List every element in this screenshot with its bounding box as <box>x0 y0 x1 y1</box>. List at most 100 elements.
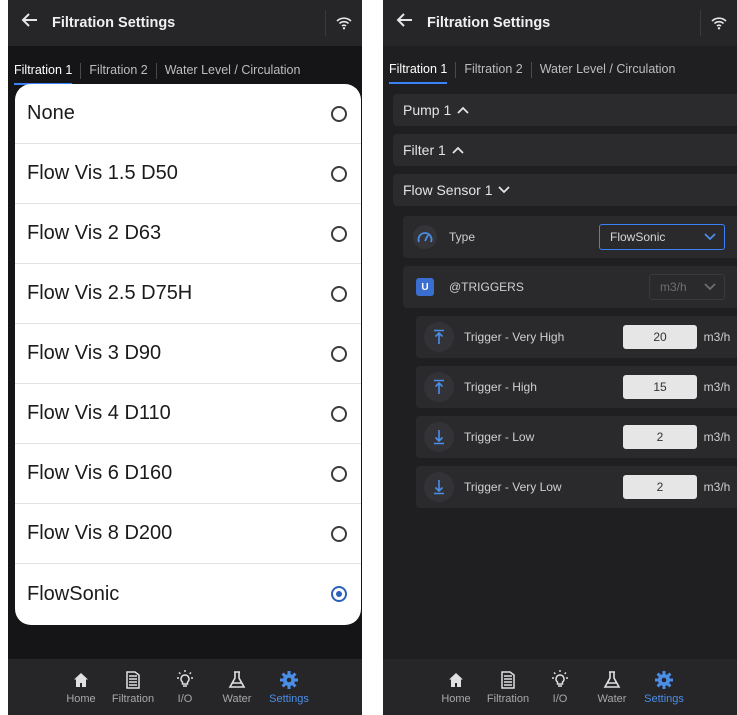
right-screen: Filtration Settings Filtration 1 Filtrat… <box>383 0 737 715</box>
nav-label: I/O <box>552 693 568 705</box>
tab-filtration-1[interactable]: Filtration 1 <box>383 62 455 84</box>
radio-button[interactable] <box>331 405 347 422</box>
nav-io[interactable]: I/O <box>534 669 586 705</box>
page-title: Filtration Settings <box>427 15 551 31</box>
radio-button[interactable] <box>331 285 347 302</box>
section-title: Pump 1 <box>403 102 452 118</box>
radio-button[interactable] <box>331 345 347 362</box>
bottom-nav: Home Filtration I/O Water Settings <box>8 659 362 715</box>
tab-filtration-1[interactable]: Filtration 1 <box>8 63 80 85</box>
option-row[interactable]: Flow Vis 1.5 D50 <box>15 144 361 204</box>
sensor-type-picker: None Flow Vis 1.5 D50 Flow Vis 2 D63 Flo… <box>15 84 361 625</box>
trigger-label: Trigger - Very High <box>464 330 565 344</box>
nav-label: Home <box>441 693 471 705</box>
nav-home[interactable]: Home <box>55 669 107 705</box>
back-arrow-icon[interactable] <box>8 11 52 35</box>
back-arrow-icon[interactable] <box>383 11 427 35</box>
nav-label: Filtration <box>111 693 155 705</box>
trigger-input[interactable]: 15 <box>623 375 697 399</box>
option-row[interactable]: Flow Vis 3 D90 <box>15 324 361 384</box>
chevron-up-icon <box>452 146 464 154</box>
trigger-input[interactable]: 20 <box>623 325 697 349</box>
tab-filtration-2[interactable]: Filtration 2 <box>456 62 530 76</box>
option-row[interactable]: Flow Vis 4 D110 <box>15 384 361 444</box>
tab-water-level[interactable]: Water Level / Circulation <box>532 62 684 76</box>
section-flow-sensor[interactable]: Flow Sensor 1 <box>393 174 737 206</box>
nav-filtration[interactable]: Filtration <box>482 669 534 705</box>
radio-button[interactable] <box>331 165 347 182</box>
nav-home[interactable]: Home <box>430 669 482 705</box>
option-label: Flow Vis 2 D63 <box>27 222 162 244</box>
flask-icon <box>603 669 621 691</box>
gear-icon <box>279 669 299 691</box>
option-row[interactable]: Flow Vis 2.5 D75H <box>15 264 361 324</box>
nav-label: Settings <box>269 693 309 705</box>
option-label: FlowSonic <box>27 582 120 605</box>
radio-button[interactable] <box>331 525 347 542</box>
trigger-row-very-low: Trigger - Very Low 2 m3/h <box>416 466 737 508</box>
home-icon <box>73 669 89 691</box>
section-filter[interactable]: Filter 1 <box>393 134 737 166</box>
lightbulb-icon <box>175 669 195 691</box>
gauge-icon <box>413 225 437 249</box>
radio-button[interactable] <box>331 225 347 242</box>
trigger-input[interactable]: 2 <box>623 425 697 449</box>
wifi-icon[interactable] <box>700 10 737 36</box>
trigger-unit: m3/h <box>703 330 731 344</box>
nav-settings[interactable]: Settings <box>263 669 315 705</box>
triggers-label: @TRIGGERS <box>449 280 524 294</box>
arrow-up-bar-icon <box>424 372 454 402</box>
trigger-label: Trigger - High <box>464 380 537 394</box>
tab-water-level[interactable]: Water Level / Circulation <box>157 63 309 77</box>
tab-bar: Filtration 1 Filtration 2 Water Level / … <box>383 62 737 86</box>
units-badge: U <box>416 278 434 296</box>
option-row[interactable]: None <box>15 84 361 144</box>
unit-select[interactable]: m3/h <box>649 274 725 300</box>
nav-label: Filtration <box>486 693 530 705</box>
triggers-row: U @TRIGGERS m3/h <box>403 266 737 308</box>
option-row[interactable]: Flow Vis 2 D63 <box>15 204 361 264</box>
nav-settings[interactable]: Settings <box>638 669 690 705</box>
option-label: Flow Vis 4 D110 <box>27 402 171 424</box>
radio-button[interactable] <box>331 465 347 482</box>
section-title: Filter 1 <box>403 142 446 158</box>
nav-io[interactable]: I/O <box>159 669 211 705</box>
option-label: Flow Vis 8 D200 <box>27 522 173 544</box>
section-pump[interactable]: Pump 1 <box>393 94 737 126</box>
chevron-down-icon <box>704 280 716 294</box>
radio-button-selected[interactable] <box>331 586 347 602</box>
option-label: Flow Vis 2.5 D75H <box>27 282 193 304</box>
trigger-unit: m3/h <box>703 430 731 444</box>
nav-label: I/O <box>177 693 193 705</box>
app-bar: Filtration Settings <box>8 0 362 46</box>
section-title: Flow Sensor 1 <box>403 182 493 198</box>
option-row[interactable]: Flow Vis 8 D200 <box>15 504 361 564</box>
lightbulb-icon <box>550 669 570 691</box>
wifi-icon[interactable] <box>325 10 362 36</box>
nav-water[interactable]: Water <box>586 669 638 705</box>
option-label: Flow Vis 1.5 D50 <box>27 162 178 184</box>
trigger-unit: m3/h <box>703 380 731 394</box>
app-bar: Filtration Settings <box>383 0 737 46</box>
chevron-down-icon <box>498 186 511 194</box>
filter-icon <box>124 669 142 691</box>
flask-icon <box>228 669 246 691</box>
tab-filtration-2[interactable]: Filtration 2 <box>81 63 155 77</box>
option-row[interactable]: Flow Vis 6 D160 <box>15 444 361 504</box>
filter-icon <box>499 669 517 691</box>
type-select[interactable]: FlowSonic <box>599 224 725 250</box>
radio-button[interactable] <box>331 105 347 122</box>
units-badge-icon: U <box>413 275 437 299</box>
nav-filtration[interactable]: Filtration <box>107 669 159 705</box>
type-value: FlowSonic <box>610 230 666 244</box>
page-title: Filtration Settings <box>52 15 176 31</box>
home-icon <box>448 669 464 691</box>
nav-water[interactable]: Water <box>211 669 263 705</box>
arrow-down-bar-icon <box>424 472 454 502</box>
trigger-row-high: Trigger - High 15 m3/h <box>416 366 737 408</box>
option-label: Flow Vis 6 D160 <box>27 462 173 484</box>
option-row-selected[interactable]: FlowSonic <box>15 564 361 624</box>
option-label: None <box>27 102 75 124</box>
arrow-up-bar-icon <box>424 322 454 352</box>
trigger-input[interactable]: 2 <box>623 475 697 499</box>
